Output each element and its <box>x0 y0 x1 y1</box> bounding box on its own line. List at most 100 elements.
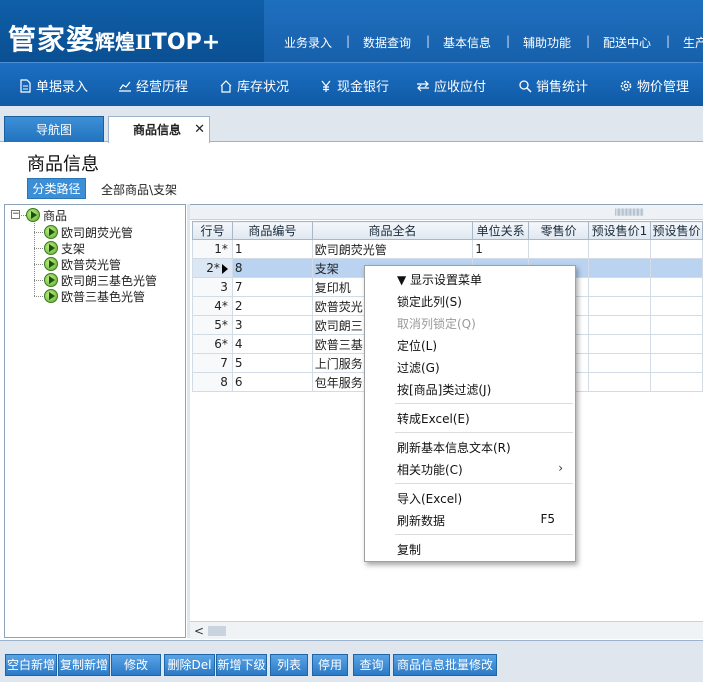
column-header-preset-price[interactable]: 预设售价 <box>649 221 703 240</box>
cell-preset-price[interactable] <box>649 258 703 278</box>
menu-separator <box>395 432 573 433</box>
blank-new-button[interactable]: 空白新增 <box>5 654 57 676</box>
column-header-unit[interactable]: 单位关系 <box>472 221 530 240</box>
cell-preset-price[interactable] <box>649 315 703 335</box>
menu-copy[interactable]: 复制 <box>397 541 421 558</box>
cell-code[interactable]: 7 <box>231 277 313 297</box>
cell-preset-price-1[interactable] <box>588 239 651 259</box>
menu-refresh-basic-info[interactable]: 刷新基本信息文本(R) <box>397 439 511 456</box>
menu-locate[interactable]: 定位(L) <box>397 337 437 354</box>
cell-preset-price[interactable] <box>649 239 703 259</box>
top-menu-business-entry[interactable]: 业务录入 <box>284 34 332 51</box>
cell-rowno: 3 <box>192 277 233 297</box>
column-header-rowno[interactable]: 行号 <box>192 221 233 240</box>
cell-code[interactable]: 1 <box>231 239 313 259</box>
toolbar-inventory-status[interactable]: 库存状况 <box>219 76 289 95</box>
cell-name[interactable]: 欧司朗荧光管 <box>311 239 474 259</box>
cell-code[interactable]: 2 <box>231 296 313 316</box>
category-path-button[interactable]: 分类路径 <box>27 178 86 199</box>
tree-node-label: 欧普三基色光管 <box>61 289 146 304</box>
cell-code[interactable]: 3 <box>231 315 313 335</box>
cell-code[interactable]: 4 <box>231 334 313 354</box>
cell-preset-price-1[interactable] <box>588 277 651 297</box>
cell-preset-price[interactable] <box>649 372 703 392</box>
tree-connector <box>34 223 35 296</box>
cell-preset-price-1[interactable] <box>588 334 651 354</box>
cell-preset-price[interactable] <box>649 277 703 297</box>
cell-preset-price-1[interactable] <box>588 353 651 373</box>
column-header-name[interactable]: 商品全名 <box>311 221 474 240</box>
toolbar-receivable-payable[interactable]: 应收应付 <box>416 76 486 95</box>
chart-icon <box>119 81 131 92</box>
toolbar-document-entry[interactable]: 单据录入 <box>18 76 88 95</box>
menu-related-functions[interactable]: 相关功能(C) <box>397 461 463 478</box>
toolbar-label: 经营历程 <box>136 80 189 95</box>
cell-rowno: 2* <box>192 258 233 278</box>
tree-node-root[interactable]: 商品 <box>26 207 67 223</box>
toolbar-business-history[interactable]: 经营历程 <box>118 76 188 95</box>
top-menu-basic-info[interactable]: 基本信息 <box>443 34 491 51</box>
column-header-retail-price[interactable]: 零售价 <box>528 221 590 240</box>
query-button[interactable]: 查询 <box>353 654 390 676</box>
cell-retail-price[interactable] <box>528 239 590 259</box>
column-header-code[interactable]: 商品编号 <box>231 221 313 240</box>
top-menu-distribution-center[interactable]: 配送中心 <box>603 34 651 51</box>
cell-preset-price[interactable] <box>649 334 703 354</box>
tree-node-osram-fluorescent[interactable]: 欧司朗荧光管 <box>44 224 133 240</box>
cell-preset-price[interactable] <box>649 353 703 373</box>
list-button[interactable]: 列表 <box>270 654 308 676</box>
tree-collapse-toggle[interactable]: − <box>11 210 20 219</box>
modify-button[interactable]: 修改 <box>111 654 161 676</box>
app-header: 管家婆辉煌ⅡTOP+ 业务录入 | 数据查询 | 基本信息 | 辅助功能 | 配… <box>0 0 703 62</box>
toolbar-label: 单据录入 <box>36 80 89 95</box>
cell-unit[interactable]: 1 <box>472 239 530 259</box>
menu-filter[interactable]: 过滤(G) <box>397 359 440 376</box>
disable-button[interactable]: 停用 <box>312 654 348 676</box>
menu-export-excel[interactable]: 转成Excel(E) <box>397 410 470 427</box>
tree-node-bracket[interactable]: 支架 <box>44 240 85 256</box>
column-header-preset-price-1[interactable]: 预设售价1 <box>588 221 651 240</box>
tree-node-opple-fluorescent[interactable]: 欧普荧光管 <box>44 256 121 272</box>
menu-display-settings[interactable]: ▼ 显示设置菜单 <box>397 271 482 288</box>
add-child-button[interactable]: 新增下级 <box>216 654 267 676</box>
tab-goods-info[interactable]: 商品信息 ✕ <box>108 116 210 143</box>
node-play-icon <box>44 225 58 239</box>
toolbar-label: 物价管理 <box>637 80 690 95</box>
menu-import-excel[interactable]: 导入(Excel) <box>397 490 462 507</box>
cell-preset-price-1[interactable] <box>588 315 651 335</box>
top-menu-aux-functions[interactable]: 辅助功能 <box>523 34 571 51</box>
node-play-icon <box>44 273 58 287</box>
menu-filter-by-category[interactable]: 按[商品]类过滤(J) <box>397 381 491 398</box>
cell-preset-price-1[interactable] <box>588 372 651 392</box>
close-icon[interactable]: ✕ <box>194 117 205 143</box>
delete-button[interactable]: 删除Del <box>164 654 215 676</box>
tab-navigation-map[interactable]: 导航图 <box>4 116 104 142</box>
cell-preset-price-1[interactable] <box>588 296 651 316</box>
scroll-thumb[interactable] <box>208 626 226 636</box>
menu-lock-column[interactable]: 锁定此列(S) <box>397 293 462 310</box>
toolbar-sales-stats[interactable]: 销售统计 <box>518 76 588 95</box>
table-row[interactable]: 1* 1 欧司朗荧光管 1 <box>192 239 703 259</box>
scroll-left-icon[interactable]: < <box>194 624 204 638</box>
top-menu-production[interactable]: 生产 <box>683 34 703 51</box>
cell-code[interactable]: 5 <box>231 353 313 373</box>
batch-modify-button[interactable]: 商品信息批量修改 <box>393 654 497 676</box>
cell-preset-price-1[interactable] <box>588 258 651 278</box>
menu-unlock-column: 取消列锁定(Q) <box>397 317 476 331</box>
toolbar-cash-bank[interactable]: 现金银行 <box>319 76 389 95</box>
tree-node-opple-tricolor[interactable]: 欧普三基色光管 <box>44 288 145 304</box>
bottom-action-bar: 空白新增 复制新增 修改 删除Del 新增下级 列表 停用 查询 商品信息批量修… <box>0 640 703 682</box>
top-menu-separator: | <box>346 34 351 48</box>
cell-preset-price[interactable] <box>649 296 703 316</box>
top-menu-separator: | <box>666 34 671 48</box>
copy-new-button[interactable]: 复制新增 <box>58 654 110 676</box>
toolbar-price-management[interactable]: 物价管理 <box>619 76 689 95</box>
top-menu-data-query[interactable]: 数据查询 <box>363 34 411 51</box>
tree-node-osram-tricolor[interactable]: 欧司朗三基色光管 <box>44 272 157 288</box>
brand-edition: 辉煌Ⅱ <box>95 30 152 54</box>
cell-code[interactable]: 8 <box>231 258 313 278</box>
menu-refresh-data[interactable]: 刷新数据 <box>397 512 445 529</box>
cell-code[interactable]: 6 <box>231 372 313 392</box>
toolbar-label: 销售统计 <box>536 80 589 95</box>
horizontal-scrollbar[interactable]: < <box>190 621 703 639</box>
